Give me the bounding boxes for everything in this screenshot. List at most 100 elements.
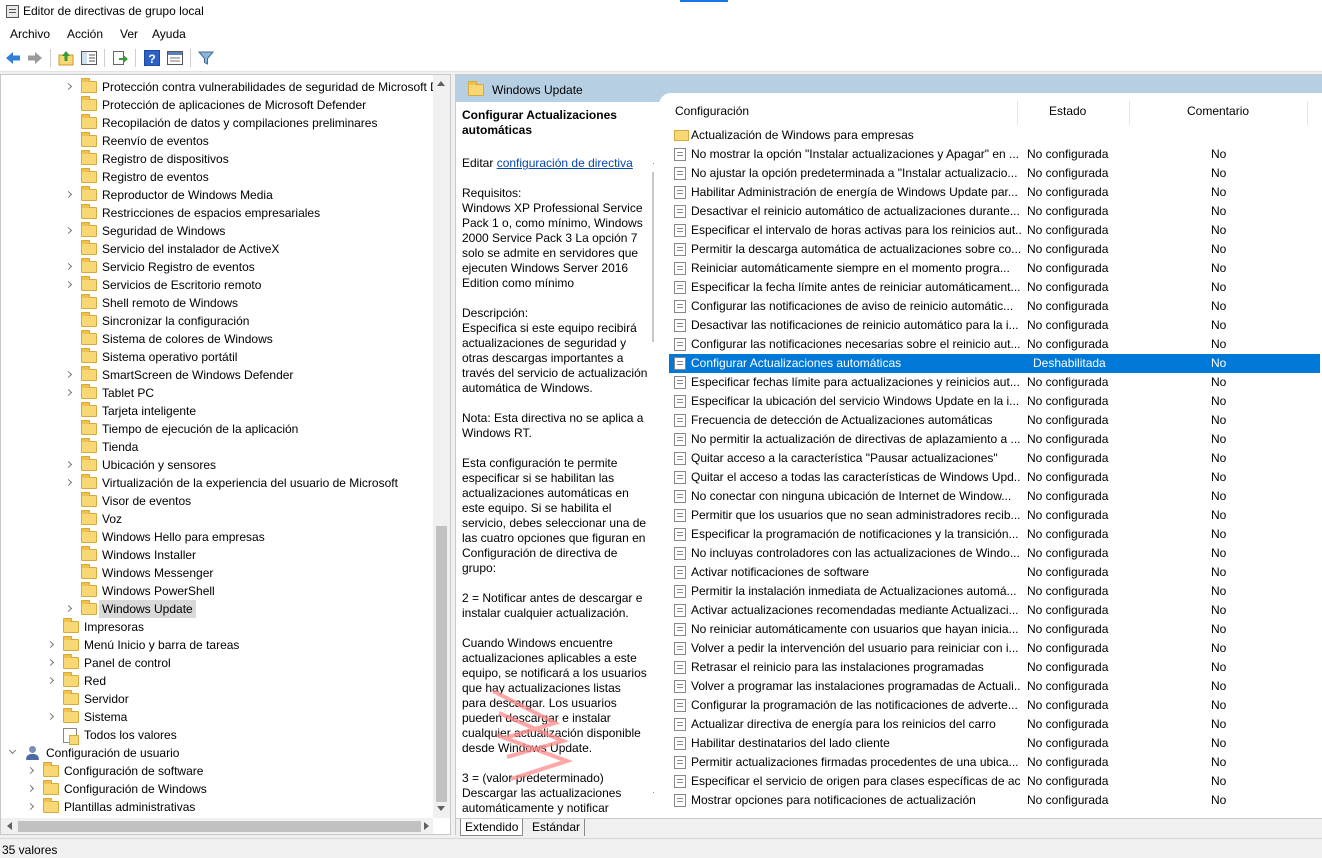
policy-row[interactable]: No reiniciar automáticamente con usuario… (669, 620, 1320, 639)
column-header-comment[interactable]: Comentario (1187, 104, 1249, 118)
tree-node[interactable]: Servidor (1, 690, 431, 708)
expand-chevron-icon[interactable] (27, 798, 37, 816)
tree-node[interactable]: Tarjeta inteligente (1, 402, 431, 420)
tree-node[interactable]: Voz (1, 510, 431, 528)
edit-policy-link[interactable]: configuración de directiva (497, 156, 633, 170)
collapse-chevron-icon[interactable] (9, 744, 19, 762)
tree-node[interactable]: Protección contra vulnerabilidades de se… (1, 78, 450, 96)
tree-node[interactable]: Reproductor de Windows Media (1, 186, 431, 204)
tree-node[interactable]: Ubicación y sensores (1, 456, 431, 474)
policy-row[interactable]: Actualizar directiva de energía para los… (669, 715, 1320, 734)
scroll-down-icon[interactable] (437, 806, 445, 811)
tab-estandar[interactable]: Estándar (528, 819, 586, 836)
tree-node[interactable]: Windows Hello para empresas (1, 528, 431, 546)
tree-node[interactable]: Protección de aplicaciones de Microsoft … (1, 96, 431, 114)
tree-scroll-thumb[interactable] (436, 526, 447, 802)
column-header-name[interactable]: Configuración (675, 104, 749, 118)
policy-row[interactable]: Permitir la instalación inmediata de Act… (669, 582, 1320, 601)
tree-node[interactable]: Virtualización de la experiencia del usu… (1, 474, 431, 492)
policy-row[interactable]: Permitir actualizaciones firmadas proced… (669, 753, 1320, 772)
tree-node[interactable]: Windows PowerShell (1, 582, 431, 600)
expand-chevron-icon[interactable] (65, 258, 75, 276)
expand-chevron-icon[interactable] (47, 708, 57, 726)
policy-row[interactable]: Desactivar el reinicio automático de act… (669, 202, 1320, 221)
policy-row[interactable]: Configurar las notificaciones de aviso d… (669, 297, 1320, 316)
policy-row[interactable]: Activar actualizaciones recomendadas med… (669, 601, 1320, 620)
tree-node[interactable]: Tiempo de ejecución de la aplicación (1, 420, 431, 438)
expand-chevron-icon[interactable] (65, 600, 75, 618)
scroll-left-icon[interactable] (7, 822, 12, 830)
forward-icon[interactable] (26, 49, 44, 67)
expand-chevron-icon[interactable] (65, 276, 75, 294)
tree-node[interactable]: Tienda (1, 438, 431, 456)
policy-row[interactable]: Especificar la ubicación del servicio Wi… (669, 392, 1320, 411)
menu-accion[interactable]: Acción (67, 27, 103, 41)
tree-node[interactable]: Configuración de usuario (1, 744, 431, 762)
policy-row[interactable]: No permitir la actualización de directiv… (669, 430, 1320, 449)
export-list-icon[interactable] (111, 49, 129, 67)
menu-archivo[interactable]: Archivo (10, 27, 50, 41)
description-scrollbar[interactable] (652, 152, 654, 812)
tree-node[interactable]: Registro de eventos (1, 168, 431, 186)
menu-ver[interactable]: Ver (120, 27, 138, 41)
tree-node[interactable]: Tablet PC (1, 384, 431, 402)
back-icon[interactable] (4, 49, 22, 67)
tree-node[interactable]: Impresoras (1, 618, 431, 636)
policy-row[interactable]: Especificar la programación de notificac… (669, 525, 1320, 544)
tree-node[interactable]: Servicio del instalador de ActiveX (1, 240, 431, 258)
policy-row[interactable]: Volver a pedir la intervención del usuar… (669, 639, 1320, 658)
tree-node[interactable]: Servicio Registro de eventos (1, 258, 431, 276)
policy-row[interactable]: Habilitar destinatarios del lado cliente… (669, 734, 1320, 753)
tree-node[interactable]: Restricciones de espacios empresariales (1, 204, 431, 222)
tree-node[interactable]: Configuración de software (1, 762, 431, 780)
policy-row[interactable]: Configurar las notificaciones necesarias… (669, 335, 1320, 354)
policy-row[interactable]: Mostrar opciones para notificaciones de … (669, 791, 1320, 810)
menu-ayuda[interactable]: Ayuda (152, 27, 186, 41)
tree-node[interactable]: Servicios de Escritorio remoto (1, 276, 431, 294)
expand-chevron-icon[interactable] (65, 78, 75, 96)
policy-row[interactable]: Quitar acceso a la característica "Pausa… (669, 449, 1320, 468)
scroll-up-icon[interactable] (437, 81, 445, 86)
scroll-right-icon[interactable] (424, 822, 429, 830)
desc-scroll-thumb[interactable] (652, 172, 654, 342)
column-divider[interactable] (1307, 101, 1308, 125)
tree-node[interactable]: Plantillas administrativas (1, 798, 431, 816)
properties-icon[interactable] (166, 49, 184, 67)
tree-node[interactable]: Shell remoto de Windows (1, 294, 431, 312)
policy-row[interactable]: Especificar fechas límite para actualiza… (669, 373, 1320, 392)
tree-node[interactable]: Registro de dispositivos (1, 150, 431, 168)
policy-row[interactable]: Retrasar el reinicio para las instalacio… (669, 658, 1320, 677)
filter-icon[interactable] (197, 49, 215, 67)
expand-chevron-icon[interactable] (47, 672, 57, 690)
up-folder-icon[interactable] (57, 49, 75, 67)
tree-vertical-scrollbar[interactable] (433, 75, 450, 818)
desc-scroll-down-icon[interactable] (653, 792, 654, 798)
policy-row[interactable]: No ajustar la opción predeterminada a "I… (669, 164, 1320, 183)
column-divider[interactable] (1017, 101, 1018, 125)
expand-chevron-icon[interactable] (65, 366, 75, 384)
policy-row[interactable]: Especificar el servicio de origen para c… (669, 772, 1320, 791)
tree-node[interactable]: Seguridad de Windows (1, 222, 431, 240)
policy-row[interactable]: Quitar el acceso a todas las característ… (669, 468, 1320, 487)
show-hide-tree-icon[interactable] (80, 49, 98, 67)
tree-node[interactable]: Menú Inicio y barra de tareas (1, 636, 431, 654)
help-icon[interactable]: ? (143, 49, 161, 67)
expand-chevron-icon[interactable] (65, 474, 75, 492)
tree-node[interactable]: Panel de control (1, 654, 431, 672)
policy-row[interactable]: Configurar la programación de las notifi… (669, 696, 1320, 715)
policy-row[interactable]: Configurar Actualizaciones automáticas De… (669, 354, 1320, 373)
tree-node[interactable]: Sistema (1, 708, 431, 726)
tree-hscroll-thumb[interactable] (18, 821, 421, 832)
policy-row[interactable]: Reiniciar automáticamente siempre en el … (669, 259, 1320, 278)
column-header-state[interactable]: Estado (1049, 104, 1086, 118)
tree-node[interactable]: Sistema de colores de Windows (1, 330, 431, 348)
tree-node[interactable]: Recopilación de datos y compilaciones pr… (1, 114, 431, 132)
policy-row[interactable]: Especificar el intervalo de horas activa… (669, 221, 1320, 240)
tree-node[interactable]: Windows Installer (1, 546, 431, 564)
tree-node[interactable]: Configuración de Windows (1, 780, 431, 798)
policy-row[interactable]: Permitir la descarga automática de actua… (669, 240, 1320, 259)
expand-chevron-icon[interactable] (27, 762, 37, 780)
policy-row[interactable]: Especificar la fecha límite antes de rei… (669, 278, 1320, 297)
tree-node[interactable]: SmartScreen de Windows Defender (1, 366, 431, 384)
expand-chevron-icon[interactable] (47, 654, 57, 672)
